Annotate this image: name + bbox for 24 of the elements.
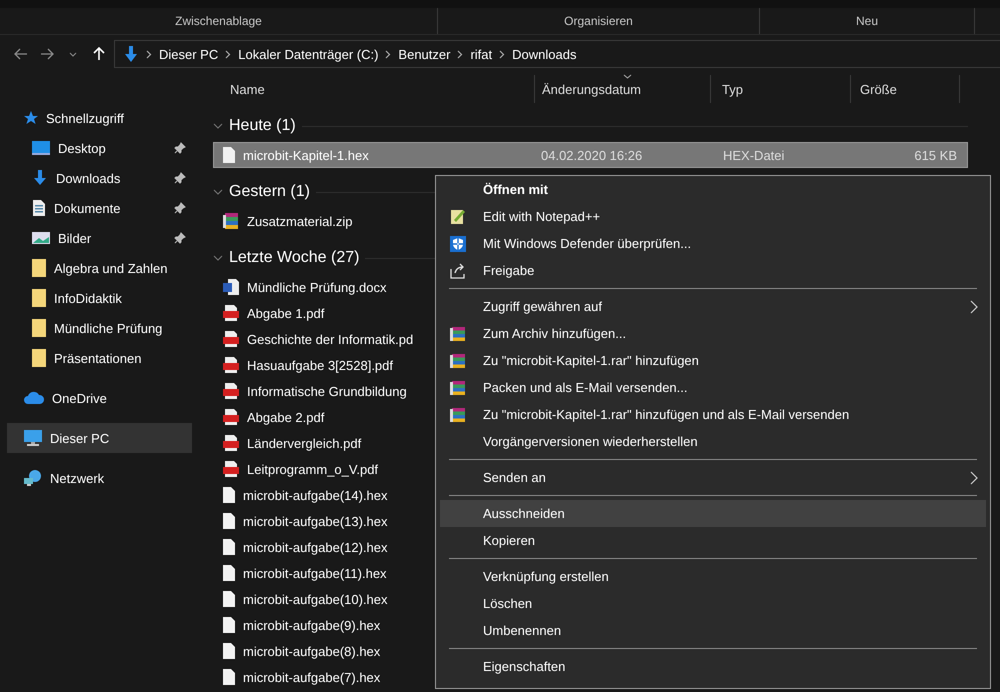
- file-size: 615 KB: [913, 148, 957, 162]
- file-name: microbit-aufgabe(11).hex: [243, 566, 387, 580]
- ribbon-group-label: Neu: [856, 14, 878, 28]
- ribbon-group-label: Zwischenablage: [175, 14, 262, 28]
- file-name: Zusatzmaterial.zip: [247, 214, 352, 228]
- file-name: Informatische Grundbildung: [247, 384, 407, 398]
- file-name: microbit-aufgabe(10).hex: [243, 592, 388, 606]
- file-name: Abgabe 1.pdf: [247, 306, 324, 320]
- file-name: microbit-aufgabe(8).hex: [243, 644, 380, 658]
- file-name: Geschichte der Informatik.pd: [247, 332, 414, 346]
- file-type: HEX-Datei: [722, 148, 786, 162]
- file-name: microbit-aufgabe(9).hex: [243, 618, 380, 632]
- file-name: Abgabe 2.pdf: [247, 410, 324, 424]
- file-name: Leitprogramm_o_V.pdf: [247, 462, 378, 476]
- file-name: Ländervergleich.pdf: [247, 436, 362, 450]
- date-modified: 04.02.2020 16:26: [540, 148, 644, 162]
- file-name: microbit-aufgabe(14).hex: [243, 488, 388, 502]
- file-name: microbit-aufgabe(7).hex: [243, 670, 380, 684]
- ribbon-group-label: Organisieren: [564, 14, 633, 28]
- file-name: microbit-Kapitel-1.hex: [243, 148, 369, 162]
- file-name: Hasuaufgabe 3[2528].pdf: [247, 358, 394, 372]
- file-name: Mündliche Prüfung.docx: [247, 280, 386, 294]
- file-name: microbit-aufgabe(12).hex: [243, 540, 388, 554]
- file-name: microbit-aufgabe(13).hex: [243, 514, 388, 528]
